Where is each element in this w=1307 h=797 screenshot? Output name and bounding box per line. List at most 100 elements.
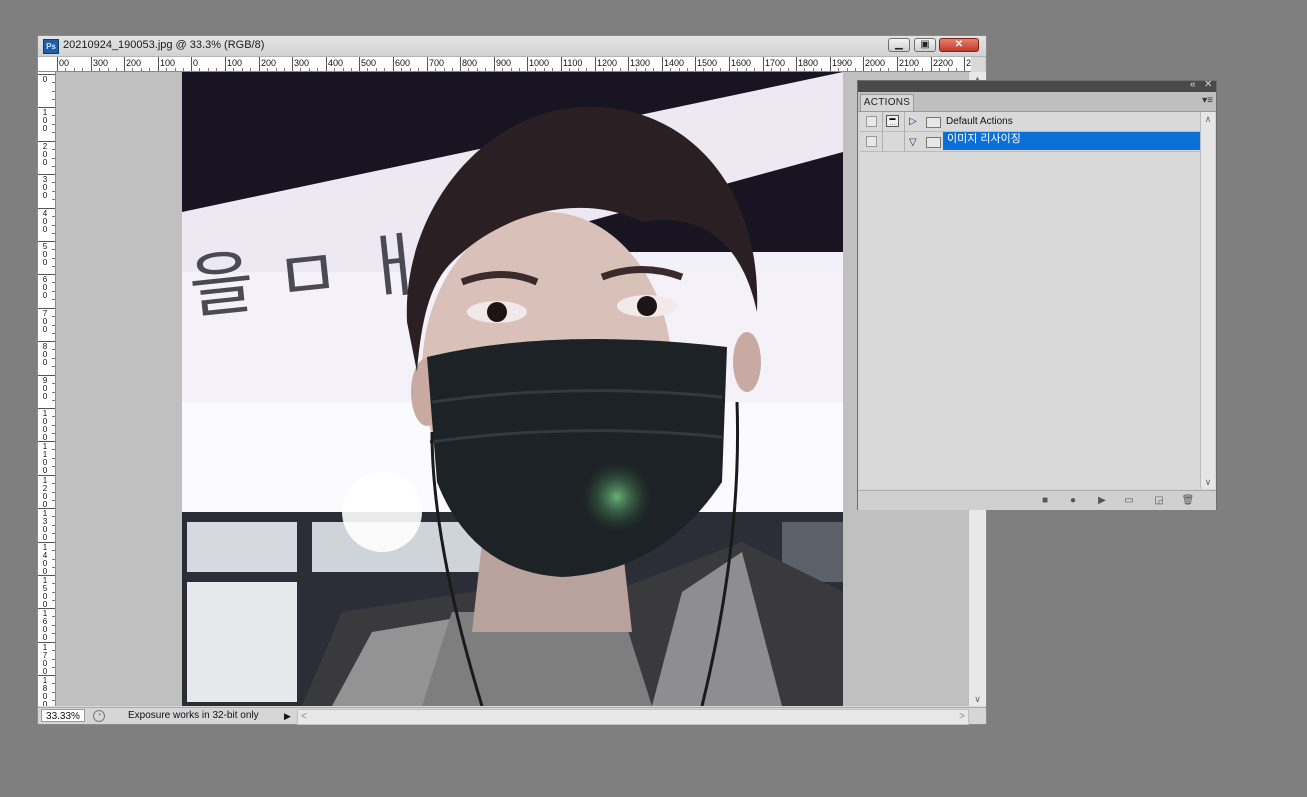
action-set-row[interactable]: ▽ 이미지 리사이징 — [860, 132, 1200, 152]
stop-icon[interactable]: ■ — [1038, 494, 1052, 507]
toggle-item-checkbox[interactable] — [866, 136, 877, 147]
column-divider — [904, 112, 905, 132]
ruler-major-tick — [931, 57, 932, 71]
ruler-minor-tick — [242, 68, 243, 71]
ruler-minor-tick — [384, 68, 385, 71]
tab-actions[interactable]: ACTIONS — [860, 94, 914, 111]
action-set-label: 이미지 리사이징 — [947, 133, 1021, 145]
toggle-item-checkbox[interactable] — [866, 116, 877, 127]
panel-button-bar: ■ ● ▶ ▭ ◲ 🗑 — [858, 490, 1216, 510]
ruler-minor-tick — [52, 692, 55, 693]
panel-vertical-scrollbar[interactable]: ∧ ∨ — [1200, 112, 1215, 489]
ruler-minor-tick — [52, 182, 55, 183]
zoom-level-field[interactable]: 33.33% — [41, 709, 85, 722]
ruler-minor-tick — [52, 466, 55, 467]
ruler-minor-tick — [52, 392, 55, 393]
ruler-label: 1100 — [42, 442, 48, 475]
ruler-minor-tick — [922, 68, 923, 71]
record-icon[interactable]: ● — [1066, 494, 1080, 507]
ruler-minor-tick — [645, 68, 646, 71]
status-message: Exposure works in 32-bit only — [128, 710, 259, 721]
ruler-label: 1000 — [42, 409, 48, 442]
restore-button[interactable]: ▣ — [914, 38, 936, 52]
ruler-minor-tick — [267, 68, 268, 71]
ruler-minor-tick — [746, 68, 747, 71]
ruler-minor-tick — [52, 400, 55, 401]
horizontal-scrollbar[interactable]: < > — [297, 709, 969, 725]
scroll-right-arrow-icon[interactable]: > — [959, 710, 965, 723]
ruler-minor-tick — [52, 625, 55, 626]
ruler-minor-tick — [52, 559, 55, 560]
ruler-minor-tick — [519, 68, 520, 71]
horizontal-ruler[interactable]: 00 300 200 100 0 100 200 300 400 500 600 700 800 900 1… — [55, 57, 971, 72]
ruler-minor-tick — [376, 68, 377, 71]
ruler-minor-tick — [52, 550, 55, 551]
ruler-minor-tick — [52, 449, 55, 450]
expand-triangle-icon[interactable]: ▷ — [909, 116, 917, 128]
ruler-minor-tick — [620, 68, 621, 71]
ruler-minor-tick — [52, 349, 55, 350]
ruler-minor-tick — [418, 68, 419, 71]
panel-scroll-up-icon[interactable]: ∧ — [1201, 112, 1215, 126]
ruler-minor-tick — [552, 68, 553, 71]
scroll-down-arrow-icon[interactable]: ∨ — [969, 692, 986, 706]
collapse-triangle-icon[interactable]: ▽ — [909, 137, 917, 149]
ruler-minor-tick — [737, 68, 738, 71]
ruler-minor-tick — [880, 68, 881, 71]
status-info-icon[interactable]: ◔ — [93, 710, 105, 722]
ruler-minor-tick — [52, 358, 55, 359]
ruler-major-tick — [57, 57, 58, 71]
ruler-minor-tick — [905, 68, 906, 71]
ruler-minor-tick — [888, 68, 889, 71]
ruler-minor-tick — [52, 149, 55, 150]
close-button[interactable]: ✕ — [939, 38, 979, 52]
ruler-minor-tick — [771, 68, 772, 71]
ruler-label: 2200 — [933, 58, 954, 68]
ruler-label: 0 — [42, 75, 48, 84]
play-icon[interactable]: ▶ — [1095, 494, 1109, 507]
canvas-area[interactable]: 을 ㅁ ㅐ — [56, 72, 968, 706]
status-bar: 33.33% ◔ Exposure works in 32-bit only ▶… — [38, 707, 986, 725]
close-panel-icon[interactable]: ✕ — [1204, 79, 1212, 90]
ruler-origin[interactable] — [38, 57, 56, 72]
ruler-label: 2300 — [966, 58, 971, 68]
minimize-button[interactable]: ▁ — [888, 38, 910, 52]
ruler-major-tick — [695, 57, 696, 71]
dialog-toggle-icon[interactable]: ▬ ··· — [886, 115, 899, 128]
ruler-minor-tick — [367, 68, 368, 71]
ruler-label: 1300 — [42, 509, 48, 542]
ruler-minor-tick — [52, 533, 55, 534]
ruler-label: 1100 — [563, 58, 583, 68]
ruler-minor-tick — [52, 458, 55, 459]
scroll-left-arrow-icon[interactable]: < — [301, 710, 307, 723]
new-action-icon[interactable]: ◲ — [1152, 494, 1166, 507]
ruler-minor-tick — [703, 68, 704, 71]
ruler-minor-tick — [276, 68, 277, 71]
ruler-minor-tick — [216, 68, 217, 71]
new-set-icon[interactable]: ▭ — [1122, 494, 1136, 507]
ruler-minor-tick — [65, 68, 66, 71]
ruler-minor-tick — [670, 68, 671, 71]
ruler-label: 700 — [429, 58, 445, 68]
panel-menu-icon[interactable]: ▾≡ — [1202, 95, 1213, 106]
vertical-ruler[interactable]: 0 100 200 300 400 500 600 700 800 900 1000 1100 1200… — [38, 72, 56, 706]
panel-tab-bar: ACTIONS ▾≡ — [858, 92, 1216, 112]
delete-icon[interactable]: 🗑 — [1181, 494, 1195, 507]
panel-scroll-down-icon[interactable]: ∨ — [1201, 475, 1215, 489]
status-menu-arrow-icon[interactable]: ▶ — [284, 710, 294, 722]
ruler-minor-tick — [720, 68, 721, 71]
ruler-label: 300 — [42, 175, 48, 200]
document-titlebar[interactable]: Ps 20210924_190053.jpg @ 33.3% (RGB/8) ▁… — [38, 36, 986, 57]
ruler-minor-tick — [334, 68, 335, 71]
photo-canvas[interactable]: 을 ㅁ ㅐ — [182, 72, 843, 706]
ruler-minor-tick — [108, 68, 109, 71]
collapse-panel-icon[interactable]: « — [1190, 79, 1196, 90]
ruler-minor-tick — [569, 68, 570, 71]
ruler-minor-tick — [52, 659, 55, 660]
action-set-row[interactable]: ▬ ··· ▷ Default Actions — [860, 112, 1200, 132]
ruler-major-tick — [662, 57, 663, 71]
ruler-major-tick — [460, 57, 461, 71]
panel-header-bar[interactable]: « ✕ — [858, 79, 1216, 92]
ruler-label: 200 — [42, 142, 48, 167]
ruler-minor-tick — [82, 68, 83, 71]
